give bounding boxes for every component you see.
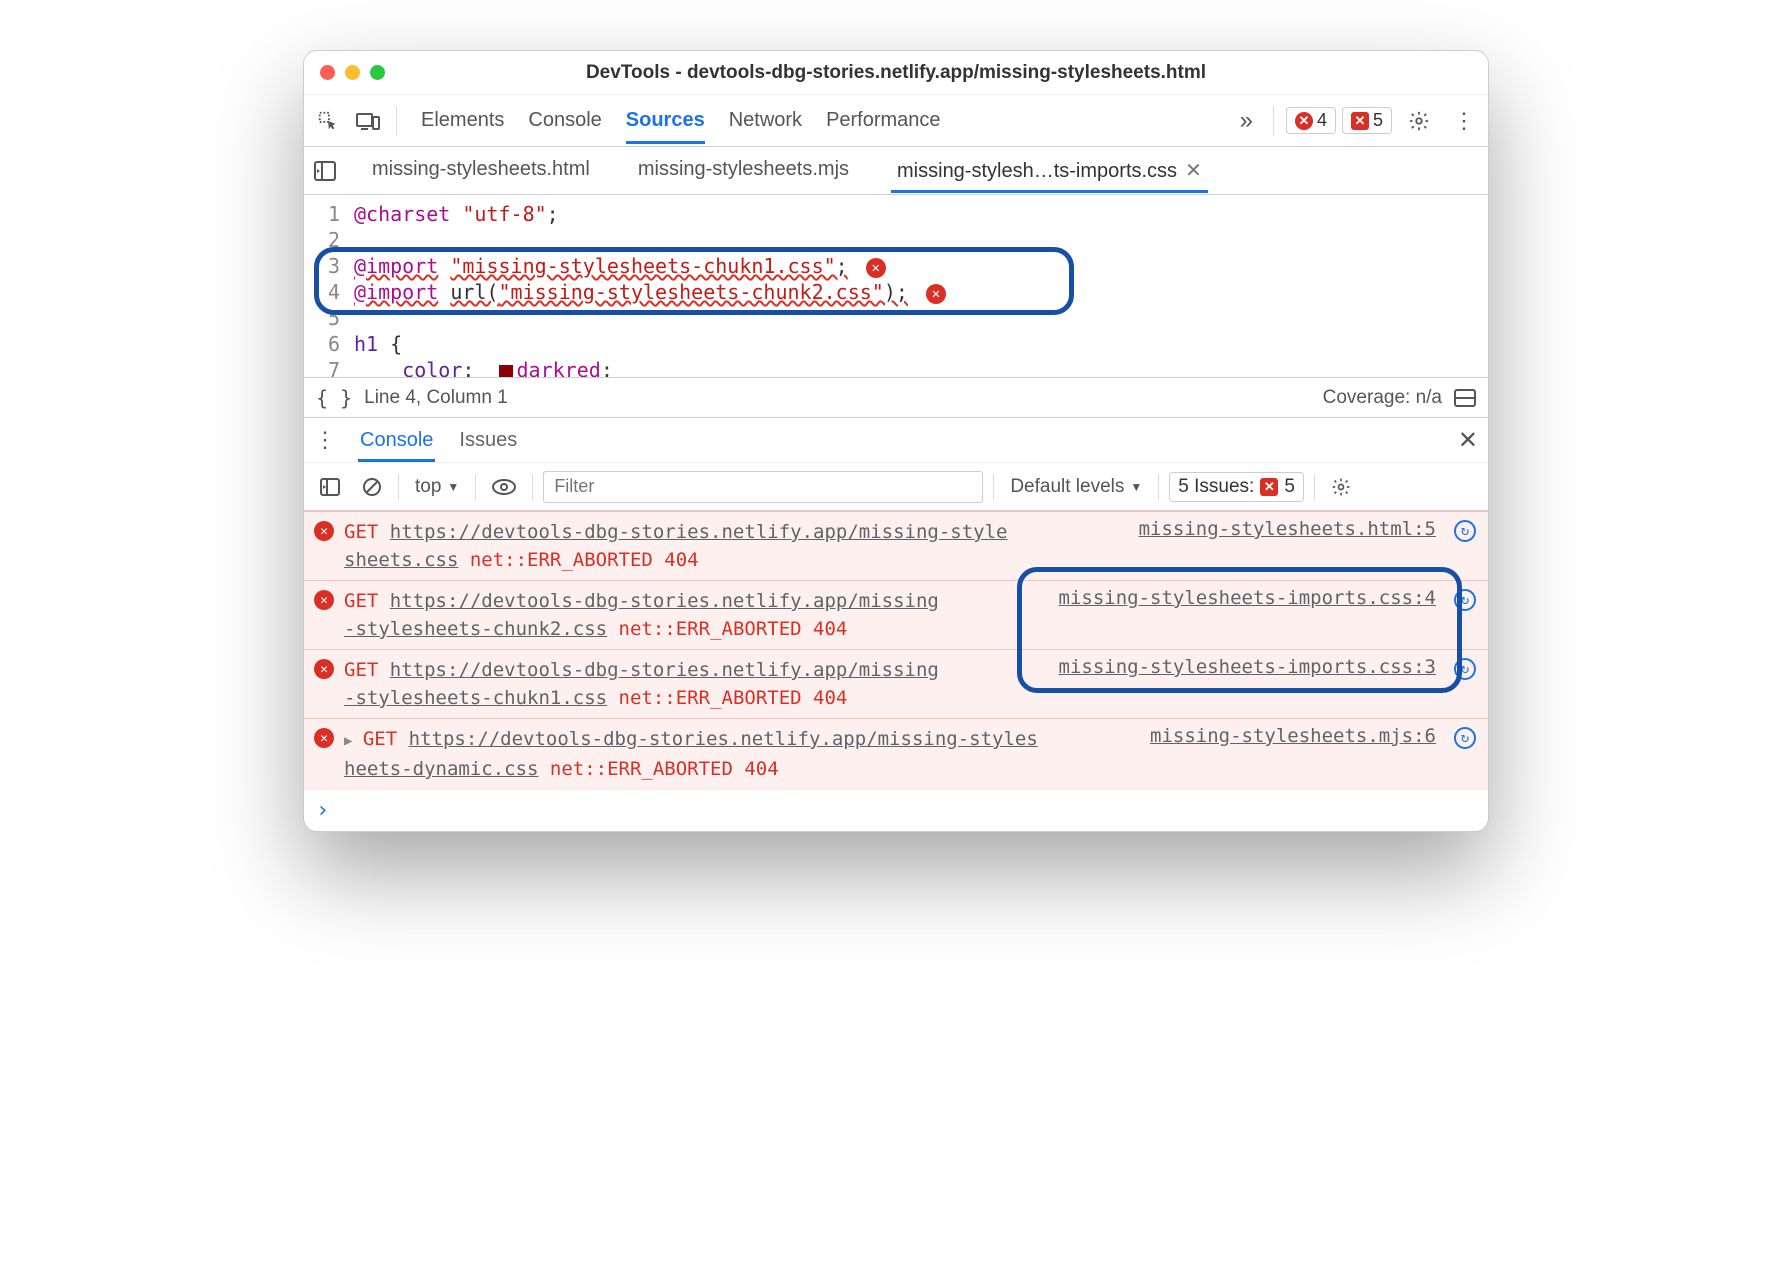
filter-input[interactable] [543, 471, 983, 503]
console-prompt[interactable]: › [304, 789, 1488, 831]
device-toggle-icon[interactable] [352, 105, 384, 137]
code-line: 5 [304, 305, 1488, 331]
devtools-window: DevTools - devtools-dbg-stories.netlify.… [303, 50, 1489, 832]
panel-tabs: Elements Console Sources Network Performance [409, 97, 1224, 144]
sidebar-toggle-icon[interactable] [314, 478, 346, 496]
drawer-tab-console[interactable]: Console [358, 419, 435, 462]
replay-xhr-icon[interactable]: ↻ [1454, 727, 1476, 749]
code-line: 3@import "missing-stylesheets-chukn1.css… [304, 253, 1488, 279]
cursor-position: Line 4, Column 1 [364, 387, 508, 409]
code-line: 4@import url("missing-stylesheets-chunk2… [304, 279, 1488, 305]
error-icon: ✕ [314, 521, 334, 541]
tab-performance[interactable]: Performance [826, 97, 941, 144]
console-toolbar: top ▼ Default levels ▼ 5 Issues: ✕ 5 [304, 463, 1488, 511]
titlebar: DevTools - devtools-dbg-stories.netlify.… [304, 51, 1488, 95]
drawer-tab-issues[interactable]: Issues [457, 419, 519, 462]
drawer-menu-icon[interactable]: ⋮ [314, 427, 336, 453]
close-drawer-icon[interactable]: ✕ [1458, 426, 1478, 455]
coverage-label: Coverage: n/a [1323, 387, 1442, 409]
editor-statusbar: { } Line 4, Column 1 Coverage: n/a [304, 377, 1488, 417]
console-messages: ✕ GET https://devtools-dbg-stories.netlif… [304, 511, 1488, 789]
error-text: ▶ GET https://devtools-dbg-stories.netli… [344, 725, 1128, 783]
pretty-print-icon[interactable]: { } [316, 386, 352, 410]
error-text: GET https://devtools-dbg-stories.netlify… [344, 656, 1037, 712]
settings-icon[interactable] [1408, 110, 1440, 132]
file-tab[interactable]: missing-stylesh…ts-imports.css✕ [891, 148, 1208, 193]
live-expression-icon[interactable] [486, 479, 522, 495]
clear-console-icon[interactable] [356, 477, 388, 497]
sidebar-toggle-icon[interactable] [1454, 389, 1476, 407]
replay-xhr-icon[interactable]: ↻ [1454, 520, 1476, 542]
window-title: DevTools - devtools-dbg-stories.netlify.… [304, 62, 1488, 84]
source-link[interactable]: missing-stylesheets.mjs:6 [1150, 725, 1436, 747]
code-line: 7 color: darkred; [304, 357, 1488, 377]
close-tab-icon[interactable]: ✕ [1185, 160, 1202, 182]
context-selector[interactable]: top ▼ [409, 476, 465, 498]
main-toolbar: Elements Console Sources Network Performance… [304, 95, 1488, 147]
replay-xhr-icon[interactable]: ↻ [1454, 589, 1476, 611]
issues-button[interactable]: 5 Issues: ✕ 5 [1169, 472, 1304, 502]
navigator-toggle-icon[interactable] [314, 161, 342, 181]
drawer-tabs: ⋮ Console Issues ✕ [304, 417, 1488, 463]
tab-console[interactable]: Console [528, 97, 601, 144]
code-line: 6h1 { [304, 331, 1488, 357]
file-tab[interactable]: missing-stylesheets.mjs [632, 148, 855, 193]
console-error[interactable]: ✕ GET https://devtools-dbg-stories.netlif… [304, 649, 1488, 718]
error-icon: ✕ [314, 659, 334, 679]
console-settings-icon[interactable] [1325, 477, 1357, 497]
error-text: GET https://devtools-dbg-stories.netlify… [344, 587, 1037, 643]
log-levels-selector[interactable]: Default levels ▼ [1004, 476, 1148, 498]
error-icon: ✕ [314, 728, 334, 748]
code-editor[interactable]: 1@charset "utf-8";23@import "missing-sty… [304, 195, 1488, 377]
file-tab[interactable]: missing-stylesheets.html [366, 148, 596, 193]
issue-badge[interactable]: ✕5 [1342, 107, 1392, 134]
error-badge[interactable]: ✕4 [1286, 107, 1336, 134]
tab-network[interactable]: Network [729, 97, 802, 144]
error-text: GET https://devtools-dbg-stories.netlify… [344, 518, 1117, 574]
source-link[interactable]: missing-stylesheets-imports.css:3 [1059, 656, 1437, 678]
console-error[interactable]: ✕ GET https://devtools-dbg-stories.netlif… [304, 511, 1488, 580]
console-error[interactable]: ✕ GET https://devtools-dbg-stories.netlif… [304, 580, 1488, 649]
console-error[interactable]: ✕ ▶ GET https://devtools-dbg-stories.netl… [304, 718, 1488, 789]
file-tabs: missing-stylesheets.html missing-styleshe… [304, 147, 1488, 195]
kebab-menu-icon[interactable]: ⋮ [1448, 108, 1480, 134]
code-line: 2 [304, 227, 1488, 253]
source-link[interactable]: missing-stylesheets.html:5 [1139, 518, 1436, 540]
tab-elements[interactable]: Elements [421, 97, 504, 144]
more-tabs-icon[interactable]: » [1232, 107, 1261, 135]
error-icon: ✕ [314, 590, 334, 610]
replay-xhr-icon[interactable]: ↻ [1454, 658, 1476, 680]
source-link[interactable]: missing-stylesheets-imports.css:4 [1059, 587, 1437, 609]
tab-sources[interactable]: Sources [626, 97, 705, 144]
code-line: 1@charset "utf-8"; [304, 201, 1488, 227]
inspect-icon[interactable] [312, 105, 344, 137]
